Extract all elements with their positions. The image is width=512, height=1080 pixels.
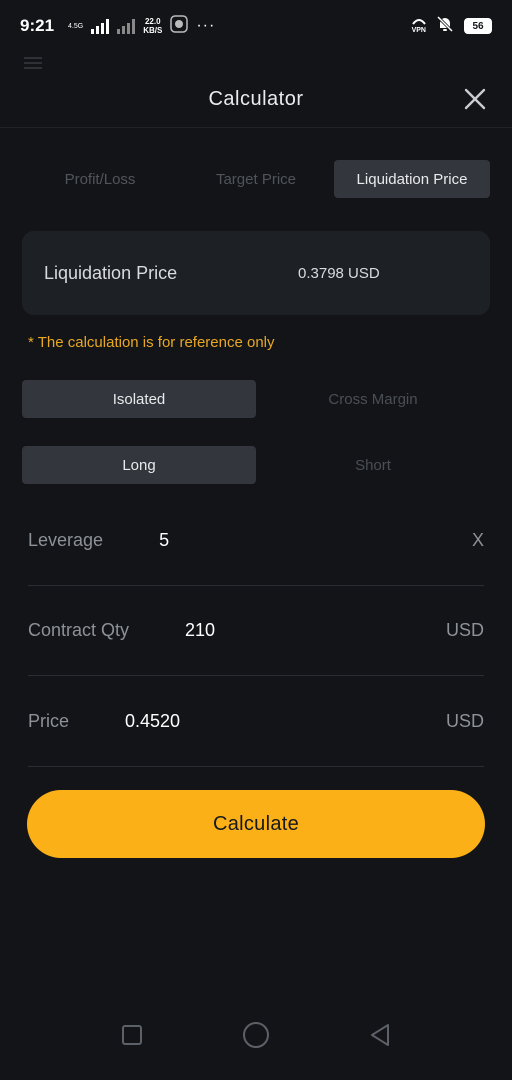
contract-qty-unit: USD [445,620,484,640]
close-icon [464,88,486,110]
app-notification-icon [170,14,189,38]
cross-margin-option[interactable]: Cross Margin [256,380,490,418]
speed-value: 22.0 [144,17,161,26]
back-triangle-icon [371,1024,389,1046]
short-option[interactable]: Short [256,446,490,484]
speed-unit: KB/S [143,26,163,35]
battery-icon: 56 [464,18,492,34]
leverage-unit: X [471,530,484,550]
vpn-icon: VPN [412,18,426,35]
price-input[interactable] [125,701,446,742]
leverage-label: Leverage [28,530,104,550]
isolated-option[interactable]: Isolated [22,380,256,418]
price-row: Price USD [28,677,484,767]
signal-secondary-icon [117,18,136,34]
calculator-page: 9:21 4.5G 22.0 KB/S ··· VPN 56 Calculato… [0,0,512,1080]
back-button[interactable] [366,1021,394,1049]
status-right: VPN 56 [412,15,492,38]
network-speed: 22.0 KB/S [143,17,162,35]
circle-icon [243,1022,269,1048]
status-left: 9:21 4.5G 22.0 KB/S ··· [20,14,216,38]
calculate-button[interactable]: Calculate [27,790,485,858]
contract-qty-input[interactable] [185,610,446,651]
tab-liquidation-price[interactable]: Liquidation Price [334,160,490,198]
disclaimer-text: * The calculation is for reference only [28,334,275,351]
margin-mode-toggle: Isolated Cross Margin [22,380,490,418]
contract-qty-row: Contract Qty USD [28,586,484,676]
price-unit: USD [445,711,484,731]
status-bar: 9:21 4.5G 22.0 KB/S ··· VPN 56 [0,0,512,52]
price-label: Price [28,711,70,731]
modal-title: Calculator [208,88,304,110]
tab-profit-loss[interactable]: Profit/Loss [22,160,178,198]
home-button[interactable] [242,1021,270,1049]
recent-apps-button[interactable] [118,1021,146,1049]
tab-target-price[interactable]: Target Price [178,160,334,198]
result-label: Liquidation Price [44,262,178,283]
position-side-toggle: Long Short [22,446,490,484]
leverage-input[interactable] [159,520,472,561]
modal-header: Calculator [0,72,512,128]
vpn-label: VPN [411,26,426,34]
result-value: 0.3798 USD [298,264,380,282]
more-notifications-icon: ··· [196,17,216,34]
calculator-tabs: Profit/Loss Target Price Liquidation Pri… [22,160,490,198]
status-time: 9:21 [20,16,55,35]
square-icon [122,1025,142,1045]
navigation-bar [0,990,512,1080]
leverage-row: Leverage X [28,496,484,586]
signal-icon [91,18,110,34]
mute-bell-icon [436,15,454,38]
long-option[interactable]: Long [22,446,256,484]
contract-qty-label: Contract Qty [28,620,130,640]
network-type: 4.5G [68,22,84,30]
result-card: Liquidation Price 0.3798 USD [22,231,490,315]
close-button[interactable] [460,84,490,114]
